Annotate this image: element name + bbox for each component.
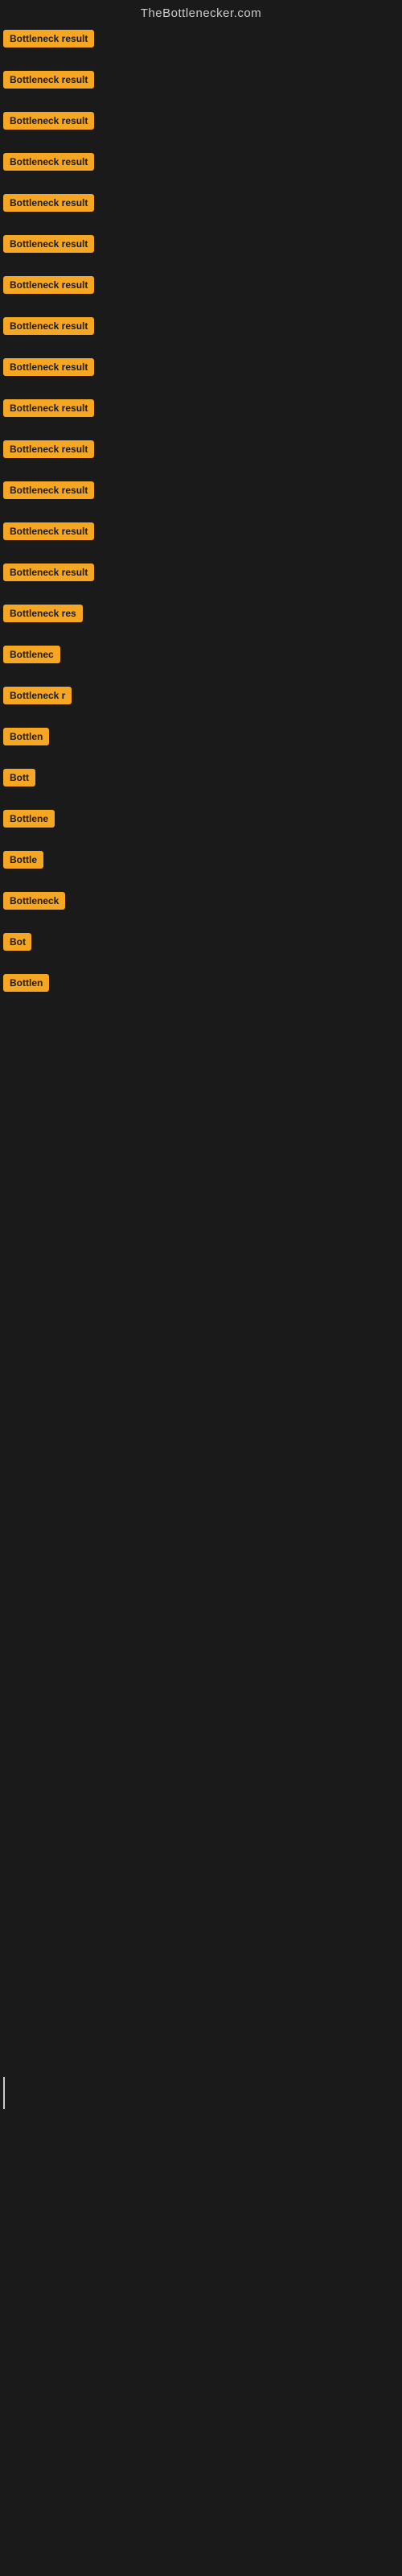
- list-item[interactable]: Bottle: [3, 848, 402, 882]
- bottleneck-badge: Bottleneck result: [3, 317, 94, 335]
- bottleneck-badge: Bottlenec: [3, 646, 60, 663]
- list-item[interactable]: Bottleneck result: [3, 27, 402, 61]
- bottleneck-badge: Bott: [3, 769, 35, 786]
- list-item[interactable]: Bottlen: [3, 971, 402, 1005]
- bottleneck-badge: Bottleneck result: [3, 564, 94, 581]
- bottleneck-badge: Bottlene: [3, 810, 55, 828]
- bottleneck-badge: Bottleneck result: [3, 399, 94, 417]
- site-title: TheBottlenecker.com: [0, 0, 402, 23]
- list-item[interactable]: Bottleneck result: [3, 478, 402, 513]
- list-item[interactable]: Bottleneck result: [3, 355, 402, 390]
- list-item[interactable]: Bottlen: [3, 724, 402, 759]
- bottleneck-badge: Bottleneck result: [3, 30, 94, 47]
- cursor-line: [3, 2077, 5, 2109]
- list-item[interactable]: Bott: [3, 766, 402, 800]
- bottleneck-badge: Bottleneck result: [3, 153, 94, 171]
- list-item[interactable]: Bottleneck result: [3, 232, 402, 266]
- bottleneck-badge: Bottle: [3, 851, 43, 869]
- bottleneck-badge: Bottleneck result: [3, 112, 94, 130]
- list-item[interactable]: Bottleneck result: [3, 109, 402, 143]
- bottleneck-badge: Bottlen: [3, 728, 49, 745]
- list-item[interactable]: Bottleneck res: [3, 601, 402, 636]
- list-item[interactable]: Bottleneck result: [3, 150, 402, 184]
- list-item[interactable]: Bottleneck result: [3, 191, 402, 225]
- list-item[interactable]: Bottlenec: [3, 642, 402, 677]
- bottleneck-badge: Bottleneck res: [3, 605, 83, 622]
- bottleneck-badge: Bottleneck result: [3, 194, 94, 212]
- bottleneck-badge: Bottlen: [3, 974, 49, 992]
- bottleneck-badge: Bottleneck: [3, 892, 65, 910]
- bottleneck-badge: Bottleneck result: [3, 358, 94, 376]
- bottleneck-badge: Bottleneck result: [3, 522, 94, 540]
- list-item[interactable]: Bottleneck result: [3, 560, 402, 595]
- list-item[interactable]: Bottleneck result: [3, 273, 402, 308]
- bottleneck-badge: Bottleneck result: [3, 71, 94, 89]
- site-header: TheBottlenecker.com: [0, 0, 402, 23]
- bottleneck-badge: Bottleneck r: [3, 687, 72, 704]
- list-item[interactable]: Bottleneck: [3, 889, 402, 923]
- bottleneck-badge: Bottleneck result: [3, 276, 94, 294]
- bottleneck-badge: Bottleneck result: [3, 440, 94, 458]
- list-item[interactable]: Bottleneck result: [3, 68, 402, 102]
- bottleneck-badge: Bottleneck result: [3, 481, 94, 499]
- bottleneck-badge: Bottleneck result: [3, 235, 94, 253]
- list-item[interactable]: Bottleneck result: [3, 396, 402, 431]
- items-container: Bottleneck result Bottleneck result Bottle…: [0, 23, 402, 1005]
- list-item[interactable]: Bottleneck result: [3, 519, 402, 554]
- list-item[interactable]: Bot: [3, 930, 402, 964]
- list-item[interactable]: Bottleneck r: [3, 683, 402, 718]
- list-item[interactable]: Bottleneck result: [3, 437, 402, 472]
- bottleneck-badge: Bot: [3, 933, 31, 951]
- list-item[interactable]: Bottlene: [3, 807, 402, 841]
- list-item[interactable]: Bottleneck result: [3, 314, 402, 349]
